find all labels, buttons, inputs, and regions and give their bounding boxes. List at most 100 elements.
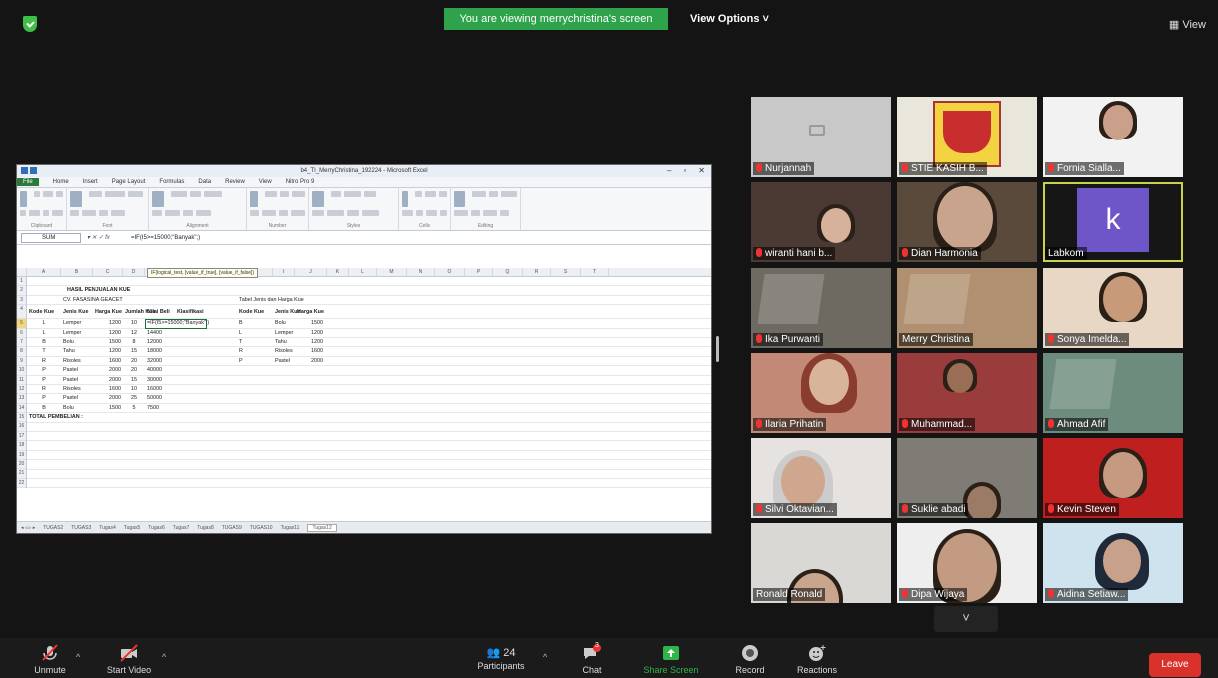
participant-name: Fornia Sialla... [1045,162,1124,175]
view-options-button[interactable]: View Options ˅ [690,8,769,30]
row-header: 11 [17,376,26,385]
table-cell: Bolu [63,339,74,345]
sheet-tab[interactable]: Tugas12 [307,523,337,532]
participant-tile[interactable]: Muhammad... [897,353,1037,433]
sheet-tab[interactable]: TUGAS10 [250,525,273,531]
leave-button[interactable]: Leave [1149,653,1201,677]
sheet-tab[interactable]: Tugas6 [148,525,165,531]
table-cell: 10 [131,386,137,392]
view-button[interactable]: ▦ View [1169,18,1206,31]
lookup-cell: 1500 [311,320,323,327]
face [1103,105,1133,140]
participant-tile[interactable]: Kevin Steven [1043,438,1183,518]
gallery-scroll-down-button[interactable]: ˅ [934,606,998,632]
share-screen-button[interactable]: Share Screen [636,638,706,675]
face [821,208,851,243]
participant-tile[interactable]: Suklie abadi [897,438,1037,518]
start-video-button[interactable]: Start Video [98,638,160,675]
participant-tile[interactable]: Ika Purwanti [751,268,891,348]
row-header: 20 [17,460,26,470]
participant-tile[interactable]: Ronald Ronald [751,523,891,603]
video-off-icon [120,644,138,662]
select-all-corner [17,268,27,276]
participants-button[interactable]: 👥 24 Participants [470,638,532,671]
participants-icon: 👥 24 [486,647,516,659]
lookup-header: Harga Kue [297,309,324,316]
institution-logo [933,101,1001,167]
sheet-tab[interactable]: TUGAS2 [43,525,63,531]
participant-name-label: wiranti hani b... [765,248,833,259]
participant-tile[interactable]: Ilaria Prihatin [751,353,891,433]
row-header: 8 [17,347,26,357]
name-box: SUM [21,232,81,243]
record-button[interactable]: Record [730,638,770,675]
participant-tile[interactable]: wiranti hani b... [751,182,891,262]
participant-tile[interactable]: Merry Christina [897,268,1037,348]
ribbon-group-label: Editing [477,223,494,229]
participants-caret[interactable]: ^ [543,652,547,662]
table-cell: 15 [131,348,137,355]
unmute-button[interactable]: Unmute [28,638,72,675]
row-header: 21 [17,469,26,479]
participant-tile[interactable]: k Labkom [1043,182,1183,262]
fx-icon: ▾ ✕ ✓ fx [87,235,110,241]
split-drag-handle[interactable] [716,336,719,362]
participant-tile[interactable]: Dian Harmonia [897,182,1037,262]
formula-content: =IF(I5>=15000;"Banyak";) [131,234,201,241]
participant-tile[interactable]: Sonya Imelda... [1043,268,1183,348]
lookup-header: Kode Kue [239,309,265,316]
ribbon-tab: File [17,178,39,186]
participant-name-label: Aidina Setiaw... [1057,589,1126,600]
audio-options-caret[interactable]: ^ [76,652,80,662]
table-cell: 1200 [109,348,121,355]
column-header: N [407,268,435,276]
participant-name-label: Ahmad Afif [1057,419,1106,430]
table-cell: 5 [132,404,136,411]
table-cell: =IF(I5>=15000;"Banyak";) [147,320,210,327]
share-screen-icon [663,646,679,660]
participant-tile[interactable]: Ahmad Afif [1043,353,1183,433]
table-cell: 14400 [147,329,162,336]
participant-name: wiranti hani b... [753,247,836,260]
ribbon-group-label: Styles [346,223,361,229]
chat-button[interactable]: Chat [572,638,612,675]
column-header: Q [493,268,523,276]
participant-tile[interactable]: STIE KASIH B... [897,97,1037,177]
participant-tile[interactable]: Fornia Sialla... [1043,97,1183,177]
lookup-cell: Risoles [275,348,293,355]
table-cell: Lemper [63,329,82,336]
video-options-caret[interactable]: ^ [162,652,166,662]
security-shield-icon[interactable] [23,16,37,32]
sheet-tab[interactable]: TUGAS9 [222,525,242,531]
sheet-tab[interactable]: TUGAS3 [71,525,91,531]
ribbon-tab: View [258,179,272,185]
sheet-tabs: ◂ ◃ ▹ ▸ TUGAS2 TUGAS3 Tugas4 Tugas5 Tugas6 Tug… [17,521,711,533]
table-cell: 25 [131,395,137,402]
participant-tile[interactable]: Aidina Setiaw... [1043,523,1183,603]
participant-tile[interactable]: Silvi Oktavian... [751,438,891,518]
column-header: K [327,268,349,276]
face [1103,539,1141,583]
sheet-tab[interactable]: Tugas11 [281,525,300,531]
sheet-nav-arrows[interactable]: ◂ ◃ ▹ ▸ [21,525,35,531]
shared-screen-excel: b4_TI_MerryChristina_192224 - Microsoft … [16,164,712,534]
participant-tile[interactable]: Nurjannah [751,97,891,177]
participant-name-label: Ilaria Prihatin [765,419,824,430]
lookup-cell: L [239,329,242,336]
maximize-icon: ▫ [683,166,687,175]
table-cell: 1200 [109,320,121,327]
muted-mic-icon [1048,589,1054,598]
table-cell: 15 [131,376,137,383]
reactions-icon [809,645,826,661]
row-header: 22 [17,479,26,489]
lookup-cell: P [239,357,243,364]
sheet-tab[interactable]: Tugas5 [124,525,141,531]
table-header: Jenis Kue [63,309,89,316]
room-background [1049,359,1117,409]
participant-tile[interactable]: Dipa Wijaya [897,523,1037,603]
sheet-tab[interactable]: Tugas7 [173,525,190,531]
sheet-tab[interactable]: Tugas4 [99,525,116,531]
ribbon-tab: Formulas [159,179,185,185]
sheet-tab[interactable]: Tugas8 [197,525,214,531]
reactions-button[interactable]: Reactions [790,638,844,675]
